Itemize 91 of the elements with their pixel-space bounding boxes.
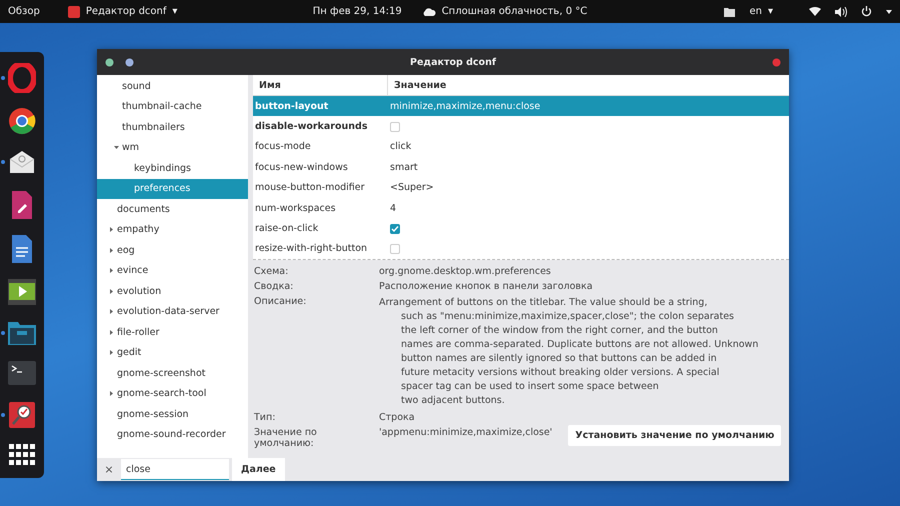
collapsed-arrow-icon[interactable] [109, 248, 114, 253]
key-value: 4 [390, 202, 396, 214]
search-field[interactable]: close [121, 459, 229, 480]
expanded-arrow-icon[interactable] [114, 145, 119, 150]
key-value: click [390, 141, 412, 152]
tree-item[interactable]: keybindings [97, 158, 248, 178]
collapsed-arrow-icon[interactable] [109, 330, 114, 335]
caret-icon[interactable] [886, 10, 892, 14]
text-document-icon[interactable] [10, 234, 34, 264]
key-name: mouse-button-modifier [254, 182, 366, 194]
field-label: Описание: [254, 296, 308, 310]
tree-item[interactable]: gedit [97, 342, 248, 363]
letter-o-icon[interactable] [8, 63, 36, 94]
summary-value: Расположение кнопок в панели заголовка [379, 281, 594, 292]
tree-item[interactable]: eog [97, 240, 248, 260]
video-player-icon[interactable] [7, 278, 37, 306]
key-row[interactable]: focus-new-windows smart [253, 157, 789, 178]
key-row[interactable]: disable-workarounds [253, 116, 789, 137]
schema-value: org.gnome.desktop.wm.preferences [379, 266, 552, 278]
reset-default-button[interactable]: Установить значение по умолчанию [568, 425, 782, 446]
field-label: Значение по умолчанию: [254, 427, 318, 450]
column-header[interactable]: Имя [259, 80, 281, 90]
key-value: minimize,maximize,menu:close [390, 100, 540, 112]
wifi-icon[interactable] [809, 7, 821, 16]
tree-item[interactable]: evolution-data-server [97, 302, 248, 322]
tree-item[interactable]: sound [97, 76, 248, 96]
collapsed-arrow-icon[interactable] [109, 350, 114, 356]
collapsed-arrow-icon[interactable] [109, 288, 114, 294]
tree-item[interactable]: preferences [97, 178, 248, 199]
field-label: Сводка: [254, 281, 294, 292]
magnifier-icon[interactable] [8, 400, 36, 429]
collapsed-arrow-icon[interactable] [109, 309, 114, 314]
envelope-icon[interactable] [8, 149, 36, 176]
key-value: smart [390, 162, 418, 173]
column-header[interactable]: Значение [394, 80, 446, 90]
key-row[interactable]: mouse-button-modifier <Super> [253, 178, 789, 198]
tree-item[interactable]: gnome-session [97, 404, 248, 424]
tree-item[interactable]: empathy [97, 220, 248, 240]
tree-item[interactable]: wm [97, 138, 248, 158]
key-row[interactable]: num-workspaces 4 [253, 198, 789, 218]
key-row[interactable]: focus-mode click [253, 136, 789, 158]
collapsed-arrow-icon[interactable] [109, 268, 114, 274]
minimize-button[interactable] [105, 58, 114, 66]
tree-item[interactable]: gnome-search-tool [97, 384, 248, 404]
cloud-icon [422, 6, 436, 16]
tree-item[interactable]: file-roller [97, 322, 248, 342]
default-value: 'appmenu:minimize,maximize,close' [379, 427, 552, 438]
pencil-document-icon[interactable] [10, 190, 34, 220]
description-text: Arrangement of buttons on the titlebar. The value should be a string, such as "menu:minimize,maximize,spacer,close"; the colon separates the left corner of the window from the right corner, and the button names are comma-separated. Duplicate buttons are not allowed. Unknown button names are silently ignored so that buttons can be added in future metacity versions without breaking older versions. A special spacer tag can be used to insert some space between two adjacent buttons. [379, 296, 760, 408]
key-name: focus-new-windows [254, 162, 349, 173]
language-menu[interactable]: en ▾ [749, 6, 773, 17]
field-label: Тип: [254, 412, 276, 424]
key-row[interactable]: button-layout minimize,maximize,menu:close [253, 96, 789, 116]
tree-item[interactable]: evolution [97, 281, 248, 302]
tree-item[interactable]: gnome-screenshot [97, 363, 248, 384]
checkbox[interactable] [390, 122, 400, 132]
window-title: Редактор dconf [409, 56, 498, 68]
type-value: Строка [379, 412, 416, 424]
folder-icon[interactable] [724, 6, 736, 16]
next-button[interactable]: Далее [232, 458, 285, 481]
checkbox[interactable] [390, 244, 400, 254]
key-value: <Super> [390, 182, 434, 194]
key-name: raise-on-click [254, 223, 320, 234]
browser-icon[interactable] [8, 107, 36, 136]
terminal-icon[interactable] [7, 360, 37, 386]
key-name: resize-with-right-button [254, 243, 368, 254]
key-name: focus-mode [254, 141, 312, 152]
app-grid-icon[interactable] [8, 442, 36, 467]
weather-indicator: Сплошная облачность, 0 °C [422, 6, 588, 17]
key-name: button-layout [254, 100, 330, 112]
collapsed-arrow-icon[interactable] [109, 227, 114, 232]
tree-item[interactable]: thumbnailers [97, 117, 248, 138]
clock[interactable]: Пн фев 29, 14:19 [312, 6, 402, 17]
key-name: disable-workarounds [254, 121, 368, 132]
maximize-button[interactable] [125, 58, 134, 66]
field-label: Схема: [254, 266, 290, 278]
activities-button[interactable]: Обзор [8, 6, 40, 17]
close-search-button[interactable]: × [97, 463, 121, 476]
key-row[interactable]: resize-with-right-button [253, 238, 789, 260]
tree-item[interactable]: thumbnail-cache [97, 96, 248, 117]
tree-item[interactable]: gnome-sound-recorder [97, 424, 248, 445]
tree-item[interactable]: evince [97, 260, 248, 281]
tree-item[interactable]: documents [97, 199, 248, 220]
key-name: num-workspaces [254, 202, 337, 214]
collapsed-arrow-icon[interactable] [109, 391, 114, 396]
key-row[interactable]: raise-on-click [253, 218, 789, 239]
checkbox[interactable] [390, 224, 400, 234]
power-icon[interactable] [861, 6, 872, 17]
close-button[interactable] [772, 58, 781, 66]
volume-icon[interactable] [835, 6, 847, 16]
app-menu[interactable]: Редактор dconf ▾ [68, 6, 178, 18]
